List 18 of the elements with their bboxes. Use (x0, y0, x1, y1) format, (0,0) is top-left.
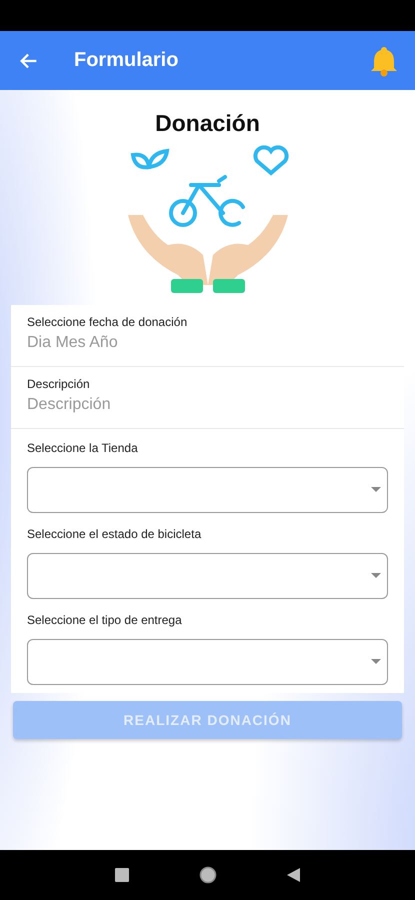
dropdown-caret-icon (371, 573, 381, 579)
home-icon[interactable] (199, 866, 217, 884)
screen-title: Formulario (74, 49, 180, 72)
input-field[interactable]: Dia Mes Año (27, 334, 388, 352)
dropdown-caret-icon (371, 487, 381, 493)
dropdown-field[interactable] (27, 639, 388, 685)
field-label: Seleccione fecha de donación (27, 315, 188, 329)
input-field[interactable]: Descripción (27, 396, 388, 414)
dropdown-field[interactable] (27, 553, 388, 599)
back-icon[interactable] (287, 868, 300, 882)
dropdown-field[interactable] (27, 467, 388, 513)
field-label: Descripción (27, 377, 91, 391)
select-label: Seleccione el tipo de entrega (27, 613, 183, 627)
bell-icon[interactable] (369, 44, 399, 76)
select-label: Seleccione la Tienda (27, 441, 139, 455)
page-heading: Donación (155, 110, 260, 137)
select-label: Seleccione el estado de bicicleta (27, 527, 202, 541)
dropdown-caret-icon (371, 659, 381, 665)
